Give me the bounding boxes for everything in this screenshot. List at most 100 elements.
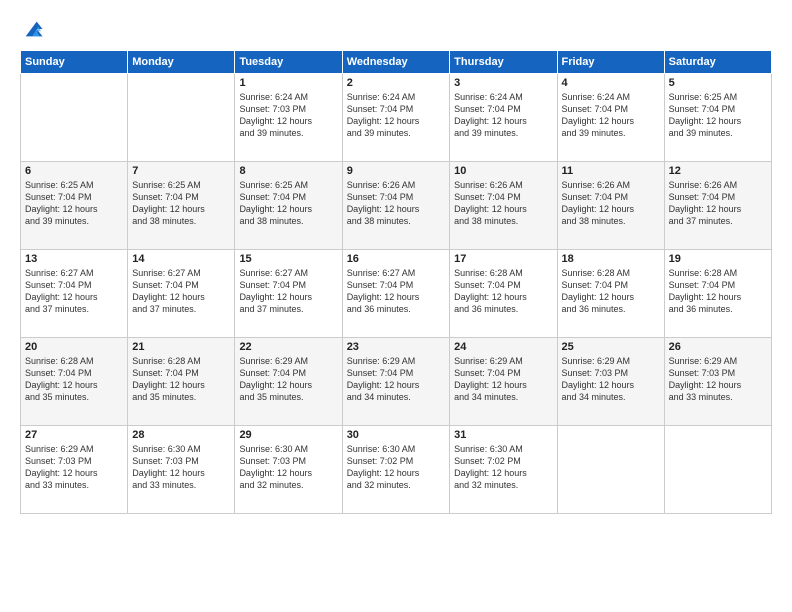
calendar-cell — [557, 426, 664, 514]
day-number: 18 — [562, 253, 660, 265]
weekday-monday: Monday — [128, 51, 235, 74]
calendar-cell: 29 Sunrise: 6:30 AM Sunset: 7:03 PM Dayli… — [235, 426, 342, 514]
page: SundayMondayTuesdayWednesdayThursdayFrid… — [0, 0, 792, 612]
day-info: Sunrise: 6:25 AM Sunset: 7:04 PM Dayligh… — [25, 179, 123, 228]
day-number: 21 — [132, 341, 230, 353]
calendar-cell: 1 Sunrise: 6:24 AM Sunset: 7:03 PM Daylig… — [235, 74, 342, 162]
day-number: 23 — [347, 341, 445, 353]
day-number: 27 — [25, 429, 123, 441]
day-info: Sunrise: 6:30 AM Sunset: 7:02 PM Dayligh… — [454, 443, 552, 492]
day-number: 26 — [669, 341, 767, 353]
day-number: 1 — [239, 77, 337, 89]
day-info: Sunrise: 6:30 AM Sunset: 7:02 PM Dayligh… — [347, 443, 445, 492]
day-number: 9 — [347, 165, 445, 177]
calendar-cell: 5 Sunrise: 6:25 AM Sunset: 7:04 PM Daylig… — [664, 74, 771, 162]
calendar-cell — [128, 74, 235, 162]
day-number: 14 — [132, 253, 230, 265]
day-number: 13 — [25, 253, 123, 265]
day-info: Sunrise: 6:29 AM Sunset: 7:04 PM Dayligh… — [239, 355, 337, 404]
day-number: 8 — [239, 165, 337, 177]
calendar-week-2: 6 Sunrise: 6:25 AM Sunset: 7:04 PM Daylig… — [21, 162, 772, 250]
calendar-cell: 22Sunrise: 6:29 AM Sunset: 7:04 PM Dayli… — [235, 338, 342, 426]
weekday-tuesday: Tuesday — [235, 51, 342, 74]
day-info: Sunrise: 6:29 AM Sunset: 7:03 PM Dayligh… — [25, 443, 123, 492]
day-number: 28 — [132, 429, 230, 441]
calendar-cell: 24 Sunrise: 6:29 AM Sunset: 7:04 PM Dayli… — [450, 338, 557, 426]
day-number: 12 — [669, 165, 767, 177]
day-number: 11 — [562, 165, 660, 177]
weekday-sunday: Sunday — [21, 51, 128, 74]
day-info: Sunrise: 6:29 AM Sunset: 7:04 PM Dayligh… — [347, 355, 445, 404]
day-info: Sunrise: 6:27 AM Sunset: 7:04 PM Dayligh… — [25, 267, 123, 316]
weekday-wednesday: Wednesday — [342, 51, 449, 74]
calendar-cell: 17Sunrise: 6:28 AM Sunset: 7:04 PM Dayli… — [450, 250, 557, 338]
calendar-week-4: 20 Sunrise: 6:28 AM Sunset: 7:04 PM Dayli… — [21, 338, 772, 426]
day-info: Sunrise: 6:29 AM Sunset: 7:03 PM Dayligh… — [562, 355, 660, 404]
calendar-cell: 21 Sunrise: 6:28 AM Sunset: 7:04 PM Dayli… — [128, 338, 235, 426]
calendar-cell: 23 Sunrise: 6:29 AM Sunset: 7:04 PM Dayli… — [342, 338, 449, 426]
day-number: 4 — [562, 77, 660, 89]
day-info: Sunrise: 6:26 AM Sunset: 7:04 PM Dayligh… — [347, 179, 445, 228]
calendar-cell: 12Sunrise: 6:26 AM Sunset: 7:04 PM Dayli… — [664, 162, 771, 250]
calendar-week-3: 13 Sunrise: 6:27 AM Sunset: 7:04 PM Dayli… — [21, 250, 772, 338]
weekday-header: SundayMondayTuesdayWednesdayThursdayFrid… — [21, 51, 772, 74]
day-info: Sunrise: 6:27 AM Sunset: 7:04 PM Dayligh… — [239, 267, 337, 316]
calendar: SundayMondayTuesdayWednesdayThursdayFrid… — [20, 50, 772, 514]
calendar-cell: 2Sunrise: 6:24 AM Sunset: 7:04 PM Daylig… — [342, 74, 449, 162]
day-info: Sunrise: 6:24 AM Sunset: 7:03 PM Dayligh… — [239, 91, 337, 140]
calendar-cell: 31 Sunrise: 6:30 AM Sunset: 7:02 PM Dayli… — [450, 426, 557, 514]
day-number: 2 — [347, 77, 445, 89]
day-number: 6 — [25, 165, 123, 177]
calendar-cell: 20 Sunrise: 6:28 AM Sunset: 7:04 PM Dayli… — [21, 338, 128, 426]
calendar-cell: 10Sunrise: 6:26 AM Sunset: 7:04 PM Dayli… — [450, 162, 557, 250]
calendar-cell: 13 Sunrise: 6:27 AM Sunset: 7:04 PM Dayli… — [21, 250, 128, 338]
day-info: Sunrise: 6:28 AM Sunset: 7:04 PM Dayligh… — [25, 355, 123, 404]
calendar-cell: 27 Sunrise: 6:29 AM Sunset: 7:03 PM Dayli… — [21, 426, 128, 514]
day-number: 7 — [132, 165, 230, 177]
calendar-week-5: 27 Sunrise: 6:29 AM Sunset: 7:03 PM Dayli… — [21, 426, 772, 514]
calendar-cell: 30 Sunrise: 6:30 AM Sunset: 7:02 PM Dayli… — [342, 426, 449, 514]
day-info: Sunrise: 6:30 AM Sunset: 7:03 PM Dayligh… — [239, 443, 337, 492]
calendar-cell: 26 Sunrise: 6:29 AM Sunset: 7:03 PM Dayli… — [664, 338, 771, 426]
day-info: Sunrise: 6:24 AM Sunset: 7:04 PM Dayligh… — [454, 91, 552, 140]
calendar-cell — [664, 426, 771, 514]
calendar-cell: 4 Sunrise: 6:24 AM Sunset: 7:04 PM Daylig… — [557, 74, 664, 162]
day-info: Sunrise: 6:28 AM Sunset: 7:04 PM Dayligh… — [132, 355, 230, 404]
day-info: Sunrise: 6:28 AM Sunset: 7:04 PM Dayligh… — [669, 267, 767, 316]
calendar-week-1: 1 Sunrise: 6:24 AM Sunset: 7:03 PM Daylig… — [21, 74, 772, 162]
day-number: 31 — [454, 429, 552, 441]
weekday-saturday: Saturday — [664, 51, 771, 74]
day-info: Sunrise: 6:25 AM Sunset: 7:04 PM Dayligh… — [669, 91, 767, 140]
day-info: Sunrise: 6:30 AM Sunset: 7:03 PM Dayligh… — [132, 443, 230, 492]
calendar-cell: 15 Sunrise: 6:27 AM Sunset: 7:04 PM Dayli… — [235, 250, 342, 338]
logo — [20, 18, 48, 40]
weekday-thursday: Thursday — [450, 51, 557, 74]
calendar-cell: 28 Sunrise: 6:30 AM Sunset: 7:03 PM Dayli… — [128, 426, 235, 514]
weekday-friday: Friday — [557, 51, 664, 74]
day-number: 19 — [669, 253, 767, 265]
day-number: 16 — [347, 253, 445, 265]
day-info: Sunrise: 6:26 AM Sunset: 7:04 PM Dayligh… — [562, 179, 660, 228]
calendar-cell: 3Sunrise: 6:24 AM Sunset: 7:04 PM Daylig… — [450, 74, 557, 162]
calendar-cell: 16 Sunrise: 6:27 AM Sunset: 7:04 PM Dayli… — [342, 250, 449, 338]
calendar-cell: 25 Sunrise: 6:29 AM Sunset: 7:03 PM Dayli… — [557, 338, 664, 426]
calendar-cell — [21, 74, 128, 162]
day-number: 10 — [454, 165, 552, 177]
day-number: 30 — [347, 429, 445, 441]
calendar-body: 1 Sunrise: 6:24 AM Sunset: 7:03 PM Daylig… — [21, 74, 772, 514]
day-number: 29 — [239, 429, 337, 441]
day-info: Sunrise: 6:29 AM Sunset: 7:04 PM Dayligh… — [454, 355, 552, 404]
day-info: Sunrise: 6:28 AM Sunset: 7:04 PM Dayligh… — [454, 267, 552, 316]
calendar-cell: 14Sunrise: 6:27 AM Sunset: 7:04 PM Dayli… — [128, 250, 235, 338]
day-info: Sunrise: 6:27 AM Sunset: 7:04 PM Dayligh… — [347, 267, 445, 316]
day-number: 5 — [669, 77, 767, 89]
day-number: 15 — [239, 253, 337, 265]
calendar-cell: 7Sunrise: 6:25 AM Sunset: 7:04 PM Daylig… — [128, 162, 235, 250]
day-number: 25 — [562, 341, 660, 353]
day-number: 20 — [25, 341, 123, 353]
day-info: Sunrise: 6:29 AM Sunset: 7:03 PM Dayligh… — [669, 355, 767, 404]
header — [20, 18, 772, 40]
day-info: Sunrise: 6:24 AM Sunset: 7:04 PM Dayligh… — [562, 91, 660, 140]
day-number: 24 — [454, 341, 552, 353]
calendar-cell: 11 Sunrise: 6:26 AM Sunset: 7:04 PM Dayli… — [557, 162, 664, 250]
